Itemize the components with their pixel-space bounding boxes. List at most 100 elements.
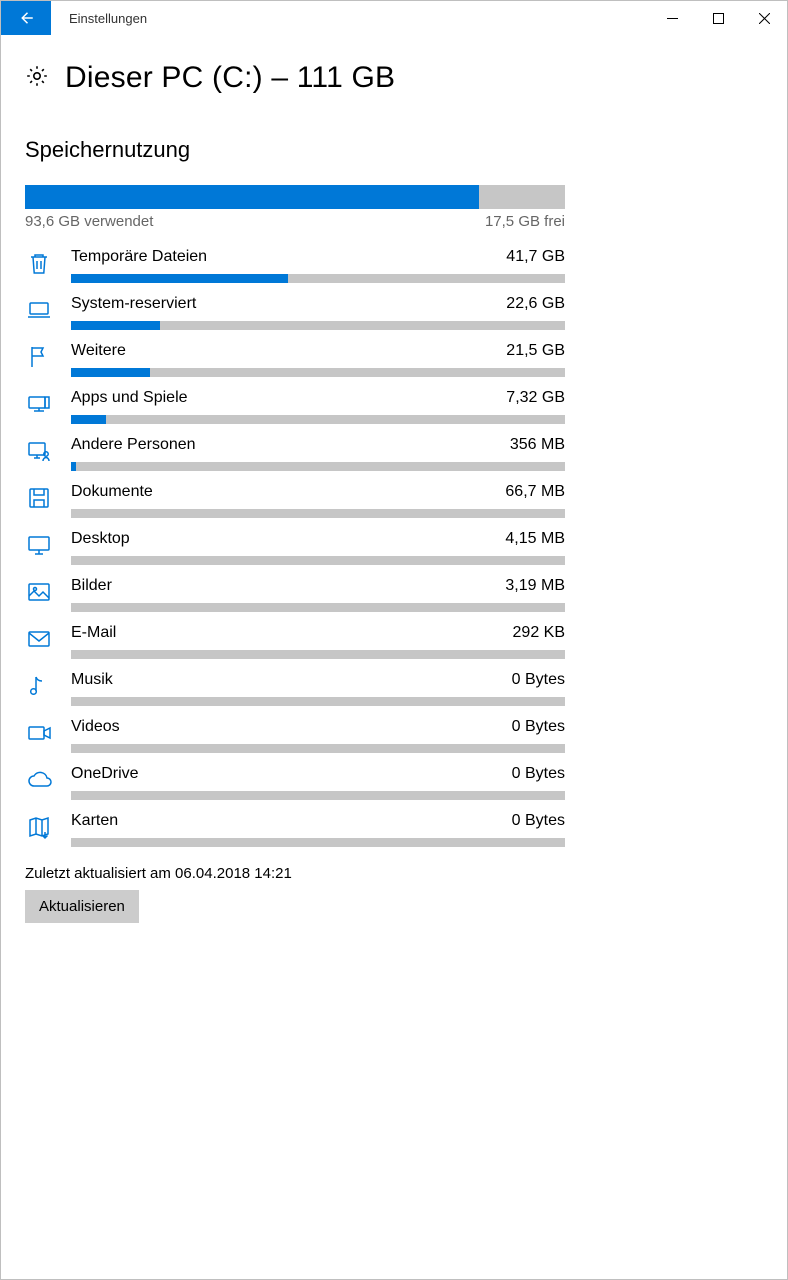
storage-section: Speichernutzung 93,6 GB verwendet 17,5 G… xyxy=(25,137,565,847)
refresh-button[interactable]: Aktualisieren xyxy=(25,890,139,923)
trash-icon xyxy=(25,248,53,283)
category-label: OneDrive xyxy=(71,765,139,783)
page-header: Dieser PC (C:) – 111 GB xyxy=(25,61,763,95)
category-bar-fill xyxy=(71,321,160,330)
category-body: Musik 0 Bytes xyxy=(71,671,565,706)
category-bar-fill xyxy=(71,274,288,283)
category-label: Karten xyxy=(71,812,118,830)
category-row[interactable]: Dokumente 66,7 MB xyxy=(25,483,565,518)
section-heading: Speichernutzung xyxy=(25,137,565,163)
category-row[interactable]: Karten 0 Bytes xyxy=(25,812,565,847)
category-row[interactable]: Andere Personen356 MB xyxy=(25,436,565,471)
category-bar-fill xyxy=(71,462,76,471)
category-label: Bilder xyxy=(71,577,112,595)
category-row[interactable]: OneDrive 0 Bytes xyxy=(25,765,565,800)
arrow-left-icon xyxy=(17,9,35,27)
close-button[interactable] xyxy=(741,1,787,35)
back-button[interactable] xyxy=(1,1,51,35)
category-label: Weitere xyxy=(71,342,126,360)
category-row[interactable]: Apps und Spiele 7,32 GB xyxy=(25,389,565,424)
category-body: Videos 0 Bytes xyxy=(71,718,565,753)
category-label: System-reserviert xyxy=(71,295,196,313)
category-body: Bilder3,19 MB xyxy=(71,577,565,612)
category-bar xyxy=(71,509,565,518)
last-updated: Zuletzt aktualisiert am 06.04.2018 14:21 xyxy=(25,865,763,882)
category-bar xyxy=(71,838,565,847)
category-label: Videos xyxy=(71,718,120,736)
category-bar xyxy=(71,556,565,565)
titlebar: Einstellungen xyxy=(1,1,787,35)
window-title: Einstellungen xyxy=(51,1,165,35)
category-label: Apps und Spiele xyxy=(71,389,188,407)
save-icon xyxy=(25,483,53,518)
category-row[interactable]: Desktop4,15 MB xyxy=(25,530,565,565)
category-size: 0 Bytes xyxy=(512,765,565,783)
category-bar xyxy=(71,462,565,471)
category-body: OneDrive 0 Bytes xyxy=(71,765,565,800)
category-bar xyxy=(71,368,565,377)
category-bar xyxy=(71,321,565,330)
category-size: 4,15 MB xyxy=(505,530,565,548)
category-bar xyxy=(71,791,565,800)
flag-icon xyxy=(25,342,53,377)
total-usage-bar xyxy=(25,185,565,209)
category-bar xyxy=(71,744,565,753)
free-label: 17,5 GB frei xyxy=(485,213,565,230)
category-body: Weitere21,5 GB xyxy=(71,342,565,377)
page-title: Dieser PC (C:) – 111 GB xyxy=(65,61,395,95)
category-bar xyxy=(71,650,565,659)
music-icon xyxy=(25,671,53,706)
category-size: 7,32 GB xyxy=(506,389,565,407)
total-usage-labels: 93,6 GB verwendet 17,5 GB frei xyxy=(25,213,565,230)
category-body: E-Mail 292 KB xyxy=(71,624,565,659)
category-label: Musik xyxy=(71,671,113,689)
category-bar-fill xyxy=(71,368,150,377)
people-icon xyxy=(25,436,53,471)
maximize-button[interactable] xyxy=(695,1,741,35)
total-usage-fill xyxy=(25,185,479,209)
minimize-button[interactable] xyxy=(649,1,695,35)
image-icon xyxy=(25,577,53,612)
category-size: 0 Bytes xyxy=(512,671,565,689)
gear-icon xyxy=(25,64,49,93)
category-label: E-Mail xyxy=(71,624,116,642)
category-size: 0 Bytes xyxy=(512,718,565,736)
category-row[interactable]: System-reserviert 22,6 GB xyxy=(25,295,565,330)
category-row[interactable]: E-Mail 292 KB xyxy=(25,624,565,659)
category-row[interactable]: Videos 0 Bytes xyxy=(25,718,565,753)
maximize-icon xyxy=(713,13,724,24)
map-icon xyxy=(25,812,53,847)
content: Dieser PC (C:) – 111 GB Speichernutzung … xyxy=(1,35,787,943)
close-icon xyxy=(759,13,770,24)
category-body: Apps und Spiele 7,32 GB xyxy=(71,389,565,424)
category-row[interactable]: Weitere21,5 GB xyxy=(25,342,565,377)
category-body: System-reserviert 22,6 GB xyxy=(71,295,565,330)
category-size: 292 KB xyxy=(513,624,565,642)
category-row[interactable]: Bilder3,19 MB xyxy=(25,577,565,612)
category-size: 0 Bytes xyxy=(512,812,565,830)
category-size: 22,6 GB xyxy=(506,295,565,313)
category-size: 66,7 MB xyxy=(505,483,565,501)
category-label: Temporäre Dateien xyxy=(71,248,207,266)
minimize-icon xyxy=(667,13,678,24)
category-row[interactable]: Musik 0 Bytes xyxy=(25,671,565,706)
category-bar-fill xyxy=(71,415,106,424)
category-bar xyxy=(71,415,565,424)
category-row[interactable]: Temporäre Dateien 41,7 GB xyxy=(25,248,565,283)
category-body: Dokumente 66,7 MB xyxy=(71,483,565,518)
category-body: Karten 0 Bytes xyxy=(71,812,565,847)
laptop-icon xyxy=(25,295,53,330)
apps-icon xyxy=(25,389,53,424)
category-bar xyxy=(71,603,565,612)
category-size: 41,7 GB xyxy=(506,248,565,266)
category-label: Andere Personen xyxy=(71,436,196,454)
mail-icon xyxy=(25,624,53,659)
category-body: Andere Personen356 MB xyxy=(71,436,565,471)
category-body: Desktop4,15 MB xyxy=(71,530,565,565)
category-bar xyxy=(71,274,565,283)
category-bar xyxy=(71,697,565,706)
monitor-icon xyxy=(25,530,53,565)
category-label: Dokumente xyxy=(71,483,153,501)
footer: Zuletzt aktualisiert am 06.04.2018 14:21… xyxy=(25,865,763,923)
category-list: Temporäre Dateien 41,7 GB System-reservier… xyxy=(25,248,565,847)
